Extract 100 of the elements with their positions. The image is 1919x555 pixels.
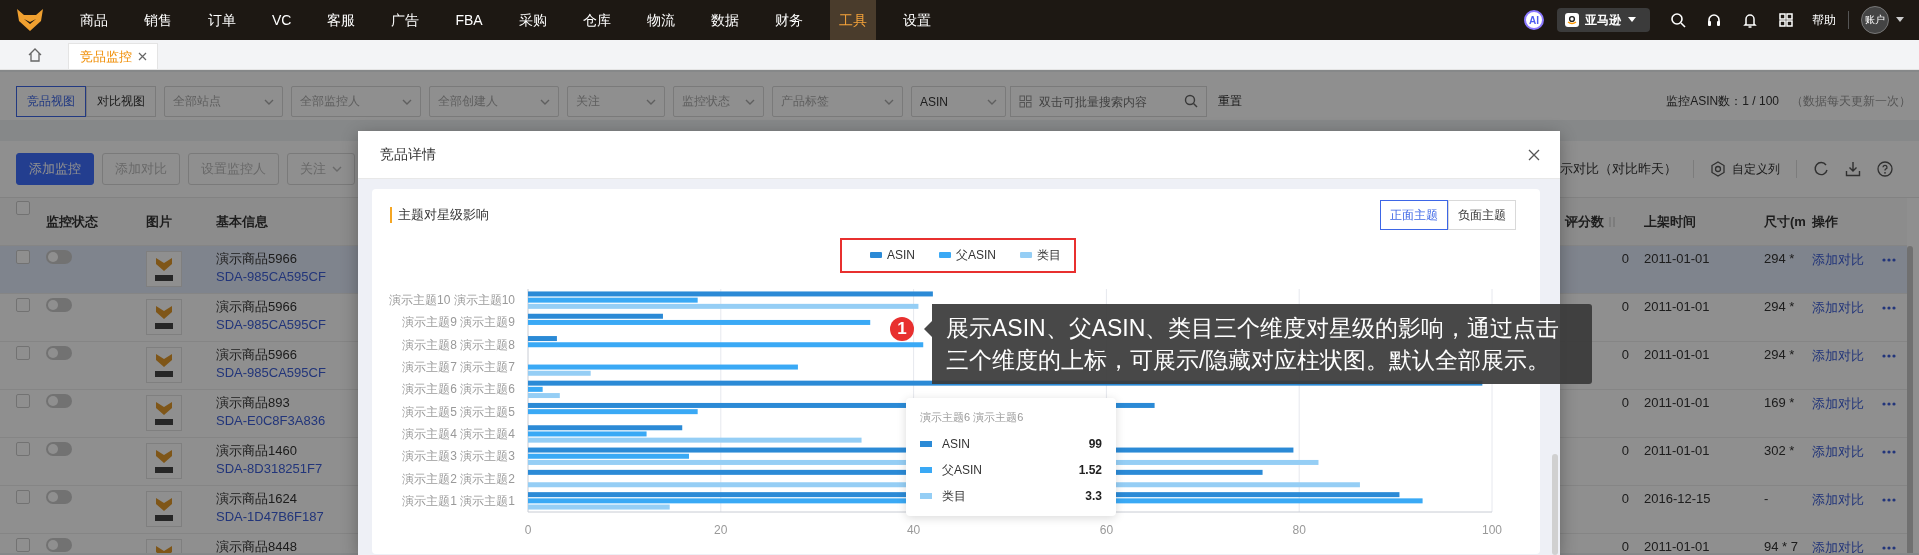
column-header: 图片 bbox=[146, 212, 172, 231]
nav-menu-item[interactable]: 仓库 bbox=[573, 0, 620, 40]
help-link[interactable]: 帮助 bbox=[1812, 11, 1836, 29]
sku-link[interactable]: SDA-8D318251F7 bbox=[216, 460, 323, 478]
table-cell: 0 bbox=[1621, 442, 1629, 460]
nav-menu-item[interactable]: 广告 bbox=[382, 0, 429, 40]
category-label: 演示主题7 演示主题7 bbox=[402, 360, 515, 375]
select-field[interactable]: ASIN bbox=[911, 86, 1006, 117]
grid-icon[interactable] bbox=[1778, 12, 1794, 28]
category-label: 演示主题5 演示主题5 bbox=[402, 404, 515, 419]
sku-link[interactable]: SDA-985CA595CF bbox=[216, 364, 326, 382]
toggle-switch[interactable] bbox=[46, 250, 72, 264]
nav-menu-item[interactable]: 物流 bbox=[637, 0, 684, 40]
chevron-icon bbox=[264, 97, 274, 106]
view-tab[interactable]: 对比视图 bbox=[86, 86, 156, 117]
nav-menu-item[interactable]: 采购 bbox=[509, 0, 556, 40]
nav-menu-item[interactable]: 数据 bbox=[701, 0, 748, 40]
table-cell: 94 * 7 bbox=[1764, 538, 1798, 553]
checkbox[interactable] bbox=[16, 490, 30, 504]
checkbox[interactable] bbox=[16, 298, 30, 312]
add-compare-link[interactable]: 添加对比 bbox=[1812, 443, 1864, 461]
nav-menu-item[interactable]: 工具 bbox=[829, 0, 876, 40]
list-icon[interactable] bbox=[1019, 95, 1032, 108]
sku-link[interactable]: SDA-985CA595CF bbox=[216, 316, 326, 334]
table-cell: 2011-01-01 bbox=[1644, 250, 1710, 268]
scrollbar[interactable] bbox=[1552, 454, 1558, 555]
search-icon[interactable] bbox=[1670, 12, 1686, 28]
table-cell: 0 bbox=[1621, 394, 1629, 412]
headset-icon[interactable] bbox=[1706, 12, 1722, 28]
more-icon[interactable] bbox=[1882, 258, 1896, 262]
toggle-switch[interactable] bbox=[46, 442, 72, 456]
legend-item[interactable]: 类目 bbox=[1020, 248, 1062, 262]
product-name: 演示商品893 bbox=[216, 394, 290, 412]
refresh-icon[interactable] bbox=[1813, 161, 1829, 177]
theme-tab[interactable]: 正面主题 bbox=[1380, 200, 1448, 230]
sku-link[interactable]: SDA-E0C8F3A836 bbox=[216, 412, 326, 430]
add-compare-link[interactable]: 添加对比 bbox=[1812, 539, 1864, 553]
select-all-checkbox[interactable] bbox=[16, 201, 30, 215]
store-selector[interactable]: 亚马逊 bbox=[1557, 8, 1650, 32]
fox-logo-icon[interactable] bbox=[16, 8, 44, 32]
sku-link[interactable]: SDA-985CA595CF bbox=[216, 268, 326, 286]
add-compare-link[interactable]: 添加对比 bbox=[1812, 395, 1864, 413]
nav-menu-item[interactable]: VC bbox=[263, 0, 301, 40]
column-header: 监控状态 bbox=[46, 212, 98, 231]
toggle-switch[interactable] bbox=[46, 346, 72, 360]
more-icon[interactable] bbox=[1882, 498, 1896, 502]
more-icon[interactable] bbox=[1882, 450, 1896, 454]
legend-item[interactable]: 父ASIN bbox=[939, 248, 997, 262]
axis-tick-label: 40 bbox=[906, 523, 921, 537]
add-compare-link[interactable]: 添加对比 bbox=[1812, 299, 1864, 317]
custom-columns-button[interactable]: 自定义列 bbox=[1710, 160, 1780, 178]
table-cell: 169 * bbox=[1764, 394, 1795, 412]
reset-button[interactable]: 重置 bbox=[1218, 86, 1242, 117]
category-label: 演示主题2 演示主题2 bbox=[402, 471, 515, 486]
nav-menu-item[interactable]: FBA bbox=[446, 0, 492, 40]
sku-link[interactable]: SDA-1D47B6F187 bbox=[216, 508, 324, 526]
nav-menu-item[interactable]: 订单 bbox=[199, 0, 245, 40]
nav-menu-item[interactable]: 客服 bbox=[318, 0, 365, 40]
toggle-switch[interactable] bbox=[46, 394, 72, 408]
add-compare-link[interactable]: 添加对比 bbox=[1812, 347, 1864, 365]
nav-menu-item[interactable]: 财务 bbox=[765, 0, 812, 40]
card-title: 主题对星级影响 bbox=[390, 207, 489, 223]
compare-toggle-label[interactable]: 示对比（对比昨天） bbox=[1560, 160, 1677, 178]
more-icon[interactable] bbox=[1882, 402, 1896, 406]
table-cell: 0 bbox=[1621, 490, 1629, 508]
close-icon[interactable] bbox=[1528, 148, 1540, 161]
nav-menu-item[interactable]: 商品 bbox=[71, 0, 117, 40]
ai-badge[interactable]: AI bbox=[1524, 10, 1544, 30]
help-icon[interactable] bbox=[1877, 161, 1893, 177]
add-compare-link[interactable]: 添加对比 bbox=[1812, 251, 1864, 269]
toggle-switch[interactable] bbox=[46, 538, 72, 552]
checkbox[interactable] bbox=[16, 538, 30, 552]
add-compare-link[interactable]: 添加对比 bbox=[1812, 491, 1864, 509]
home-icon[interactable] bbox=[28, 48, 42, 62]
nav-menu-item[interactable]: 销售 bbox=[135, 0, 181, 40]
view-tab[interactable]: 竞品视图 bbox=[16, 86, 86, 117]
checkbox[interactable] bbox=[16, 394, 30, 408]
toolbar-button[interactable]: 添加监控 bbox=[16, 153, 94, 185]
checkbox[interactable] bbox=[16, 250, 30, 264]
more-icon[interactable] bbox=[1882, 546, 1896, 550]
bell-icon[interactable] bbox=[1742, 12, 1758, 28]
bar[interactable] bbox=[528, 336, 557, 342]
category-label: 演示主题3 演示主题3 bbox=[402, 449, 515, 464]
checkbox[interactable] bbox=[16, 442, 30, 456]
more-icon[interactable] bbox=[1882, 354, 1896, 358]
scrollbar[interactable] bbox=[1907, 246, 1913, 553]
toggle-switch[interactable] bbox=[46, 298, 72, 312]
close-icon[interactable] bbox=[137, 52, 147, 61]
settings-icon bbox=[1710, 161, 1726, 177]
download-icon[interactable] bbox=[1845, 161, 1861, 177]
legend-item[interactable]: ASIN bbox=[870, 248, 915, 262]
account-avatar[interactable]: 账户 bbox=[1861, 6, 1889, 34]
toggle-switch[interactable] bbox=[46, 490, 72, 504]
search-field[interactable]: 双击可批量搜索内容 bbox=[1010, 86, 1207, 117]
chevron-icon bbox=[540, 97, 550, 106]
more-icon[interactable] bbox=[1882, 306, 1896, 310]
checkbox[interactable] bbox=[16, 346, 30, 360]
nav-menu-item[interactable]: 设置 bbox=[893, 0, 940, 40]
theme-tab[interactable]: 负面主题 bbox=[1448, 200, 1516, 230]
table-cell: 2011-01-01 bbox=[1644, 298, 1710, 316]
